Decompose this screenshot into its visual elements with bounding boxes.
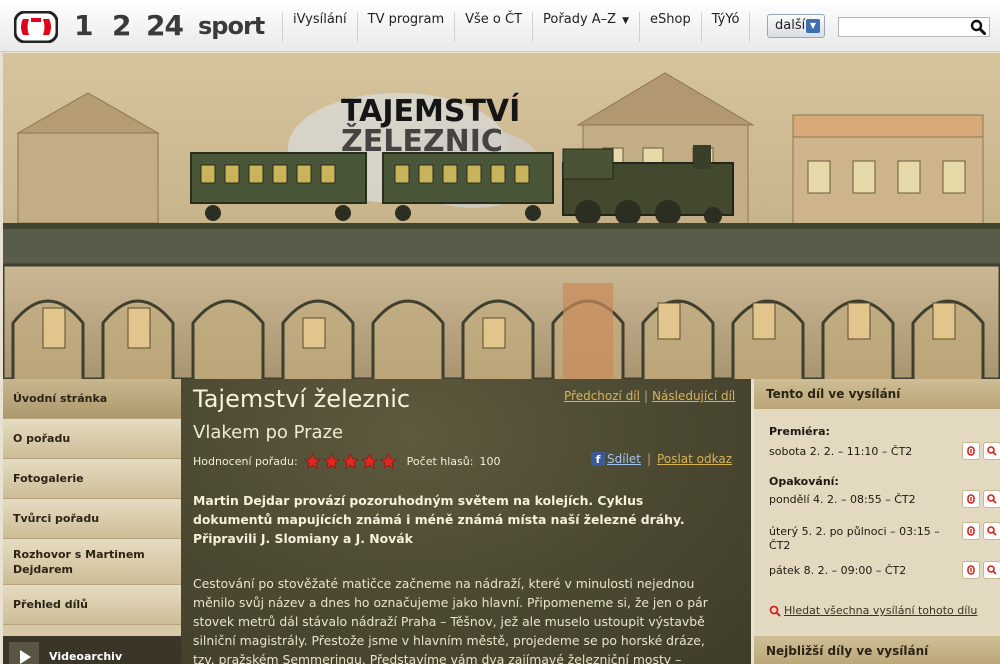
repeat-2-actions	[962, 522, 1000, 540]
premiere-time: sobota 2. 2. – 11:10 – ČT2	[769, 445, 913, 458]
search-icon[interactable]	[970, 19, 986, 35]
premiere-actions	[962, 442, 1000, 460]
channel-sport-link[interactable]: sport	[198, 12, 265, 40]
episode-description: Cestování po stověžaté matičce začneme n…	[193, 576, 708, 664]
search-all-icon	[769, 605, 781, 617]
menu-o-poradu[interactable]: O pořadu	[3, 419, 181, 459]
main-content: Tajemství železnic Předchozí díl | Následu…	[181, 379, 751, 664]
next-episode-link[interactable]: Následující díl	[652, 389, 735, 403]
premiere-label: Premiéra:	[769, 425, 830, 438]
repeat-1-actions	[962, 490, 1000, 508]
left-menu: Úvodní stránka O pořadu Fotogalerie Tvůr…	[3, 379, 181, 664]
nav-vse-o-ct[interactable]: Vše o ČT	[454, 12, 532, 42]
broadcast-heading: Tento díl ve vysílání	[754, 379, 1000, 409]
reminder-icon[interactable]	[962, 490, 980, 508]
star-icon[interactable]	[360, 453, 378, 470]
repeat-time-2: úterý 5. 2. po půlnoci – 03:15 – ČT2	[769, 525, 940, 552]
menu-fotogalerie[interactable]: Fotogalerie	[3, 459, 181, 499]
caret-down-icon: ▼	[622, 16, 629, 26]
repeats-label: Opakování:	[769, 475, 839, 488]
broadcast-panel: Tento díl ve vysílání Premiéra: sobota 2…	[754, 379, 1000, 664]
railway-illustration: TAJEMSTVÍ ŽELEZNIC	[3, 53, 1000, 379]
nav-ivysilani[interactable]: iVysílání	[282, 12, 357, 42]
repeat-time-1: pondělí 4. 2. – 08:55 – ČT2	[769, 493, 916, 506]
star-icon[interactable]	[341, 453, 359, 470]
votes-label: Počet hlasů:	[406, 455, 474, 468]
menu-uvodni-stranka[interactable]: Úvodní stránka	[3, 379, 181, 419]
reminder-icon[interactable]	[962, 561, 980, 579]
menu-rozhovor[interactable]: Rozhovor s Martinem Dejdarem	[3, 539, 181, 585]
next-episodes-heading: Nejbližší díly ve vysílání	[754, 636, 1000, 664]
repeat-time-3: pátek 8. 2. – 09:00 – ČT2	[769, 564, 907, 577]
main-nav: iVysílání TV program Vše o ČT Pořady A–Z…	[282, 12, 751, 42]
menu-prehled-dilu[interactable]: Přehled dílů	[3, 585, 181, 625]
menu-tvurci-poradu[interactable]: Tvůrci pořadu	[3, 499, 181, 539]
rating-label: Hodnocení pořadu:	[193, 455, 298, 468]
episode-nav: Předchozí díl | Následující díl	[564, 389, 736, 403]
repeat-3-actions	[962, 561, 1000, 579]
search-broadcast-icon[interactable]	[983, 561, 1000, 579]
all-broadcasts-link[interactable]: Hledat všechna vysílání tohoto dílu	[784, 604, 977, 617]
channel-24-link[interactable]: 24	[146, 9, 184, 42]
reminder-icon[interactable]	[962, 442, 980, 460]
rating-row: Hodnocení pořadu: Počet hlasů: 100	[193, 453, 500, 470]
search-broadcast-icon[interactable]	[983, 442, 1000, 460]
rating-stars[interactable]	[303, 453, 399, 470]
play-icon	[9, 642, 39, 664]
send-link[interactable]: Poslat odkaz	[657, 452, 732, 466]
episode-title: Vlakem po Praze	[193, 422, 344, 443]
menu-videoarchiv[interactable]: Videoarchiv	[3, 636, 181, 664]
nav-tyyo[interactable]: TýYó	[700, 12, 751, 42]
more-dropdown[interactable]: další ▼	[767, 14, 825, 38]
nav-eshop[interactable]: eShop	[639, 12, 701, 42]
search-broadcast-icon[interactable]	[983, 522, 1000, 540]
search-box	[838, 17, 990, 37]
chevron-down-icon: ▼	[806, 19, 820, 33]
episode-lead: Martin Dejdar provází pozoruhodným světe…	[193, 493, 685, 546]
search-broadcast-icon[interactable]	[983, 490, 1000, 508]
channel-2-link[interactable]: 2	[112, 9, 132, 42]
star-icon[interactable]	[379, 453, 397, 470]
search-input[interactable]	[841, 19, 961, 35]
previous-episode-link[interactable]: Předchozí díl	[564, 389, 640, 403]
reminder-icon[interactable]	[962, 522, 980, 540]
star-icon[interactable]	[322, 453, 340, 470]
votes-count: 100	[479, 455, 501, 468]
page-title: Tajemství železnic	[193, 385, 411, 413]
nav-tv-program[interactable]: TV program	[356, 12, 454, 42]
ct-logo-icon[interactable]	[14, 11, 58, 43]
top-bar: 1 2 24 sport iVysílání TV program Vše o …	[0, 0, 1000, 52]
share-row: f Sdílet | Poslat odkaz	[591, 452, 732, 466]
share-link[interactable]: Sdílet	[607, 452, 641, 466]
show-banner: TAJEMSTVÍ ŽELEZNIC	[3, 53, 1000, 379]
facebook-icon[interactable]: f	[591, 452, 605, 466]
channel-1-link[interactable]: 1	[74, 9, 94, 42]
nav-porady-a-z[interactable]: Pořady A–Z ▼	[532, 12, 639, 42]
star-icon[interactable]	[303, 453, 321, 470]
